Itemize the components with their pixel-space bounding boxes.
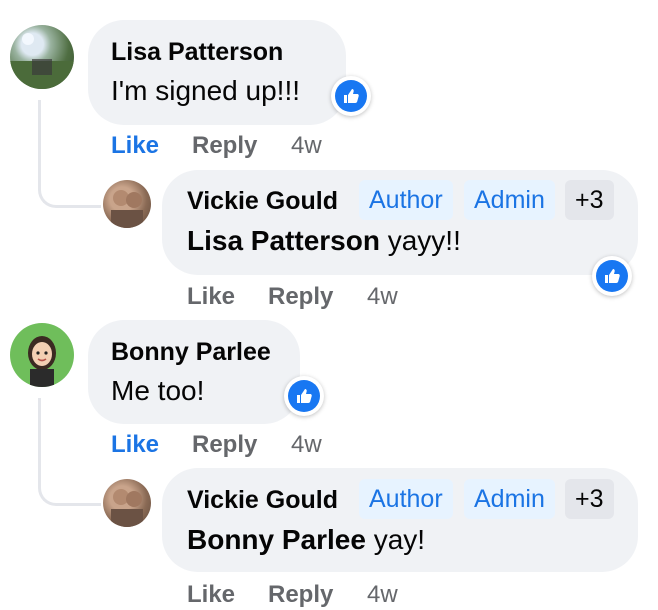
reply-timestamp[interactable]: 4w	[367, 283, 398, 311]
landscape-photo-icon	[10, 33, 74, 89]
like-reaction-badge[interactable]	[331, 76, 371, 116]
comment-author[interactable]: Bonny Parlee	[111, 338, 271, 367]
thumbs-up-icon	[297, 389, 312, 403]
avatar-vickie-gould[interactable]	[103, 180, 151, 228]
more-badges[interactable]: +3	[565, 479, 614, 519]
thumbs-up-icon	[605, 269, 620, 283]
like-reaction-badge[interactable]	[284, 376, 324, 416]
like-button[interactable]: Like	[187, 283, 235, 311]
reply-button[interactable]: Reply	[268, 283, 333, 311]
reply-timestamp[interactable]: 4w	[367, 581, 398, 609]
admin-badge: Admin	[464, 180, 555, 220]
comment-bubble	[88, 20, 346, 125]
reply-text: Lisa Patterson yayy!!	[187, 225, 461, 257]
reply-text: Bonny Parlee yay!	[187, 524, 425, 556]
reply-button[interactable]: Reply	[268, 581, 333, 609]
comment-timestamp[interactable]: 4w	[291, 132, 322, 160]
mention-tag[interactable]: Bonny Parlee	[187, 524, 366, 555]
thread-line	[38, 100, 101, 208]
avatar-bonny-parlee[interactable]	[10, 323, 74, 387]
reply-author[interactable]: Vickie Gould	[187, 486, 338, 515]
thread-line	[38, 398, 101, 506]
like-reaction-badge[interactable]	[592, 256, 632, 296]
comment-text: Me too!	[111, 375, 205, 406]
more-badges[interactable]: +3	[565, 180, 614, 220]
author-badge: Author	[359, 180, 453, 220]
mention-tag[interactable]: Lisa Patterson	[187, 225, 380, 256]
comment-author[interactable]: Lisa Patterson	[111, 38, 283, 67]
like-button[interactable]: Like	[111, 431, 159, 459]
reply-author[interactable]: Vickie Gould	[187, 187, 338, 216]
reply-message: yay!	[365, 524, 426, 555]
reply-button[interactable]: Reply	[192, 132, 257, 160]
thumbs-up-icon	[344, 89, 359, 103]
comment-bubble	[88, 320, 300, 424]
reply-message: yayy!!	[379, 225, 461, 256]
avatar-vickie-gould[interactable]	[103, 479, 151, 527]
avatar-character-icon	[28, 336, 56, 387]
like-button[interactable]: Like	[111, 132, 159, 160]
avatar-lisa-patterson[interactable]	[10, 25, 74, 89]
comment-timestamp[interactable]: 4w	[291, 431, 322, 459]
reply-button[interactable]: Reply	[192, 431, 257, 459]
author-badge: Author	[359, 479, 453, 519]
like-button[interactable]: Like	[187, 581, 235, 609]
portrait-photo-icon	[111, 489, 143, 527]
portrait-photo-icon	[111, 190, 143, 228]
comment-text: I'm signed up!!!	[111, 75, 300, 106]
admin-badge: Admin	[464, 479, 555, 519]
